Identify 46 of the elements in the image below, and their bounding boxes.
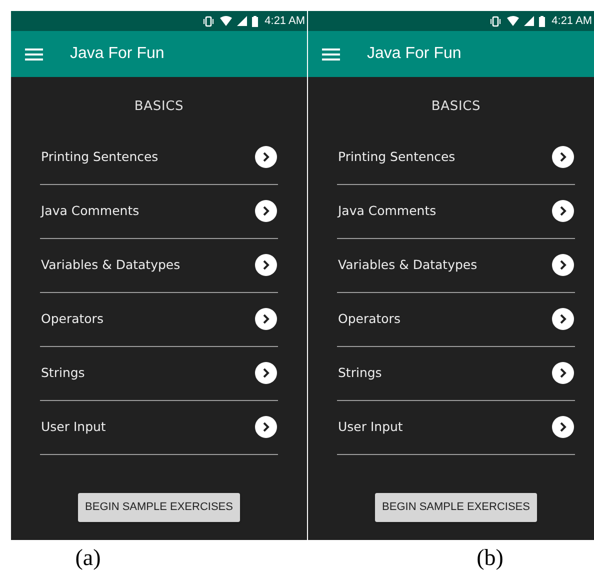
wifi-icon <box>506 16 519 26</box>
battery-icon <box>252 16 258 26</box>
lesson-item[interactable]: Strings <box>337 346 575 400</box>
menu-button[interactable] <box>322 47 340 61</box>
chevron-right-icon <box>255 200 277 222</box>
lesson-item[interactable]: Strings <box>40 346 278 400</box>
lesson-item[interactable]: Printing Sentences <box>337 130 575 184</box>
lesson-item[interactable]: Variables & Datatypes <box>40 238 278 292</box>
chevron-right-icon <box>552 146 574 168</box>
lesson-item[interactable]: Java Comments <box>337 184 575 238</box>
menu-icon <box>322 48 340 60</box>
figure-caption: (b) <box>476 546 504 569</box>
chevron-right-icon <box>552 254 574 276</box>
lesson-item[interactable]: Java Comments <box>40 184 278 238</box>
vibrate-icon <box>202 16 215 26</box>
chevron-right-icon <box>255 416 277 438</box>
begin-exercises-button[interactable]: BEGIN SAMPLE EXERCISES <box>375 492 537 522</box>
lesson-item[interactable]: User Input <box>40 400 278 454</box>
signal-icon <box>236 16 247 26</box>
status-time: 4:21 AM <box>264 14 305 29</box>
begin-exercises-button[interactable]: BEGIN SAMPLE EXERCISES <box>78 492 240 522</box>
app-title: Java For Fun <box>70 44 164 64</box>
app-title: Java For Fun <box>367 44 462 64</box>
chevron-right-icon <box>552 362 574 384</box>
chevron-right-icon <box>255 362 277 384</box>
lesson-item[interactable]: Variables & Datatypes <box>337 238 575 292</box>
lesson-item[interactable]: Printing Sentences <box>40 130 278 184</box>
chevron-right-icon <box>552 308 574 330</box>
chevron-right-icon <box>552 416 574 438</box>
lesson-item[interactable]: Operators <box>40 292 278 346</box>
section-heading: BASICS <box>430 98 482 116</box>
battery-icon <box>538 16 545 26</box>
vibrate-icon <box>488 16 502 26</box>
chevron-right-icon <box>552 200 574 222</box>
section-heading: BASICS <box>133 98 185 116</box>
wifi-icon <box>220 16 232 26</box>
figure-caption: (a) <box>75 546 101 569</box>
chevron-right-icon <box>255 308 277 330</box>
chevron-right-icon <box>255 146 277 168</box>
lesson-item[interactable]: User Input <box>337 400 575 454</box>
signal-icon <box>524 16 534 26</box>
lesson-item[interactable]: Operators <box>337 292 575 346</box>
menu-button[interactable] <box>25 47 43 61</box>
menu-icon <box>25 48 43 60</box>
status-time: 4:21 AM <box>552 14 592 29</box>
chevron-right-icon <box>255 254 277 276</box>
